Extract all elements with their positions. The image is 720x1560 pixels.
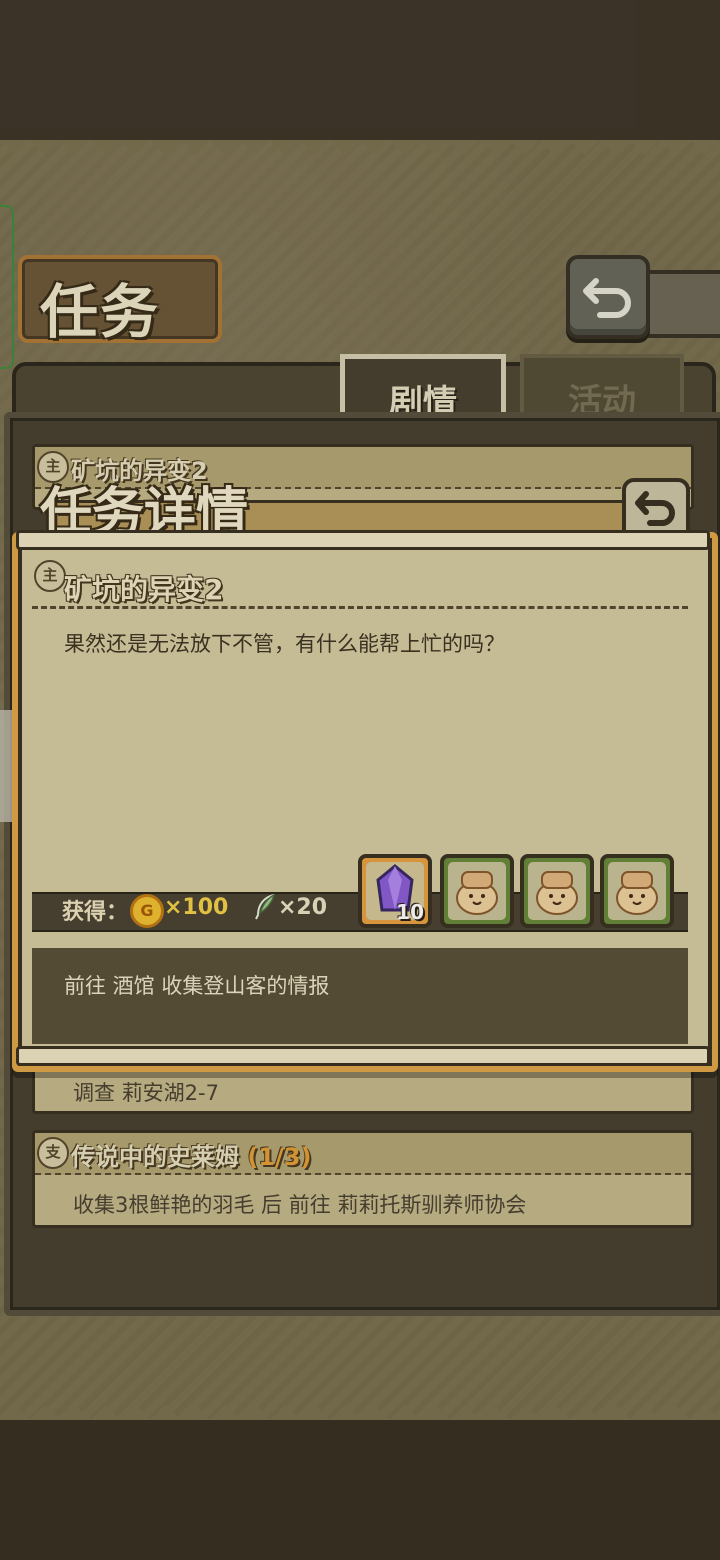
- coin-amount: ×100: [164, 895, 229, 920]
- return-arrow-icon: [635, 491, 675, 526]
- screen-title: 任务: [40, 278, 161, 346]
- gold-coin-icon: G: [130, 894, 164, 928]
- side-handle-left[interactable]: [0, 205, 14, 369]
- reward-item-pet[interactable]: [600, 854, 674, 928]
- detail-top-rail: [16, 530, 710, 550]
- reward-label: 获得：: [62, 900, 129, 925]
- screen-title-plate: 任务: [18, 255, 222, 346]
- feather-amount: ×20: [278, 895, 328, 920]
- detail-objective: 前往 酒馆 收集登山客的情报: [64, 974, 330, 998]
- torn-edge-top: [0, 140, 720, 170]
- bottom-band: [0, 1420, 720, 1560]
- quest-progress: (1/3): [247, 1143, 312, 1171]
- return-arrow-icon: [583, 278, 631, 318]
- detail-quest-text: 果然还是无法放下不管，有什么能帮上忙的吗？: [64, 632, 505, 656]
- detail-bottom-rail: [16, 1046, 710, 1066]
- quest-card-header: 支 传说中的史莱姆 (1/3): [35, 1133, 691, 1175]
- side-quest-badge-icon: 支: [37, 1137, 69, 1169]
- reward-item-pet[interactable]: [520, 854, 594, 928]
- torn-edge-bottom: [0, 1390, 720, 1420]
- quest-desc: 调查 莉安湖2-7: [73, 1081, 219, 1105]
- back-bar: [640, 270, 720, 338]
- quest-card-slime[interactable]: 支 传说中的史莱姆 (1/3) 收集3根鲜艳的羽毛 后 前往 莉莉托斯驯养师协会: [32, 1130, 694, 1228]
- item-slot-inner: [608, 862, 666, 920]
- reward-item-crystal[interactable]: 10: [358, 854, 432, 928]
- quest-title-wrap: 传说中的史莱姆 (1/3): [71, 1137, 311, 1172]
- item-slot-inner: [528, 862, 586, 920]
- quest-desc: 收集3根鲜艳的羽毛 后 前往 莉莉托斯驯养师协会: [73, 1193, 527, 1217]
- detail-close-button[interactable]: [622, 478, 690, 538]
- pet-creature-icon: [456, 871, 498, 915]
- quest-title: 传说中的史莱姆: [71, 1143, 239, 1171]
- top-band: [0, 0, 720, 140]
- item-slot-inner: [448, 862, 506, 920]
- detail-quest-title: 矿坑的异变2: [64, 573, 224, 606]
- pet-creature-icon: [616, 871, 658, 915]
- item-count: 10: [396, 900, 424, 924]
- pet-creature-icon: [536, 871, 578, 915]
- reward-item-pet[interactable]: [440, 854, 514, 928]
- feather-icon: [255, 893, 276, 920]
- back-button[interactable]: [566, 255, 650, 339]
- main-quest-badge-icon: 主: [34, 560, 66, 592]
